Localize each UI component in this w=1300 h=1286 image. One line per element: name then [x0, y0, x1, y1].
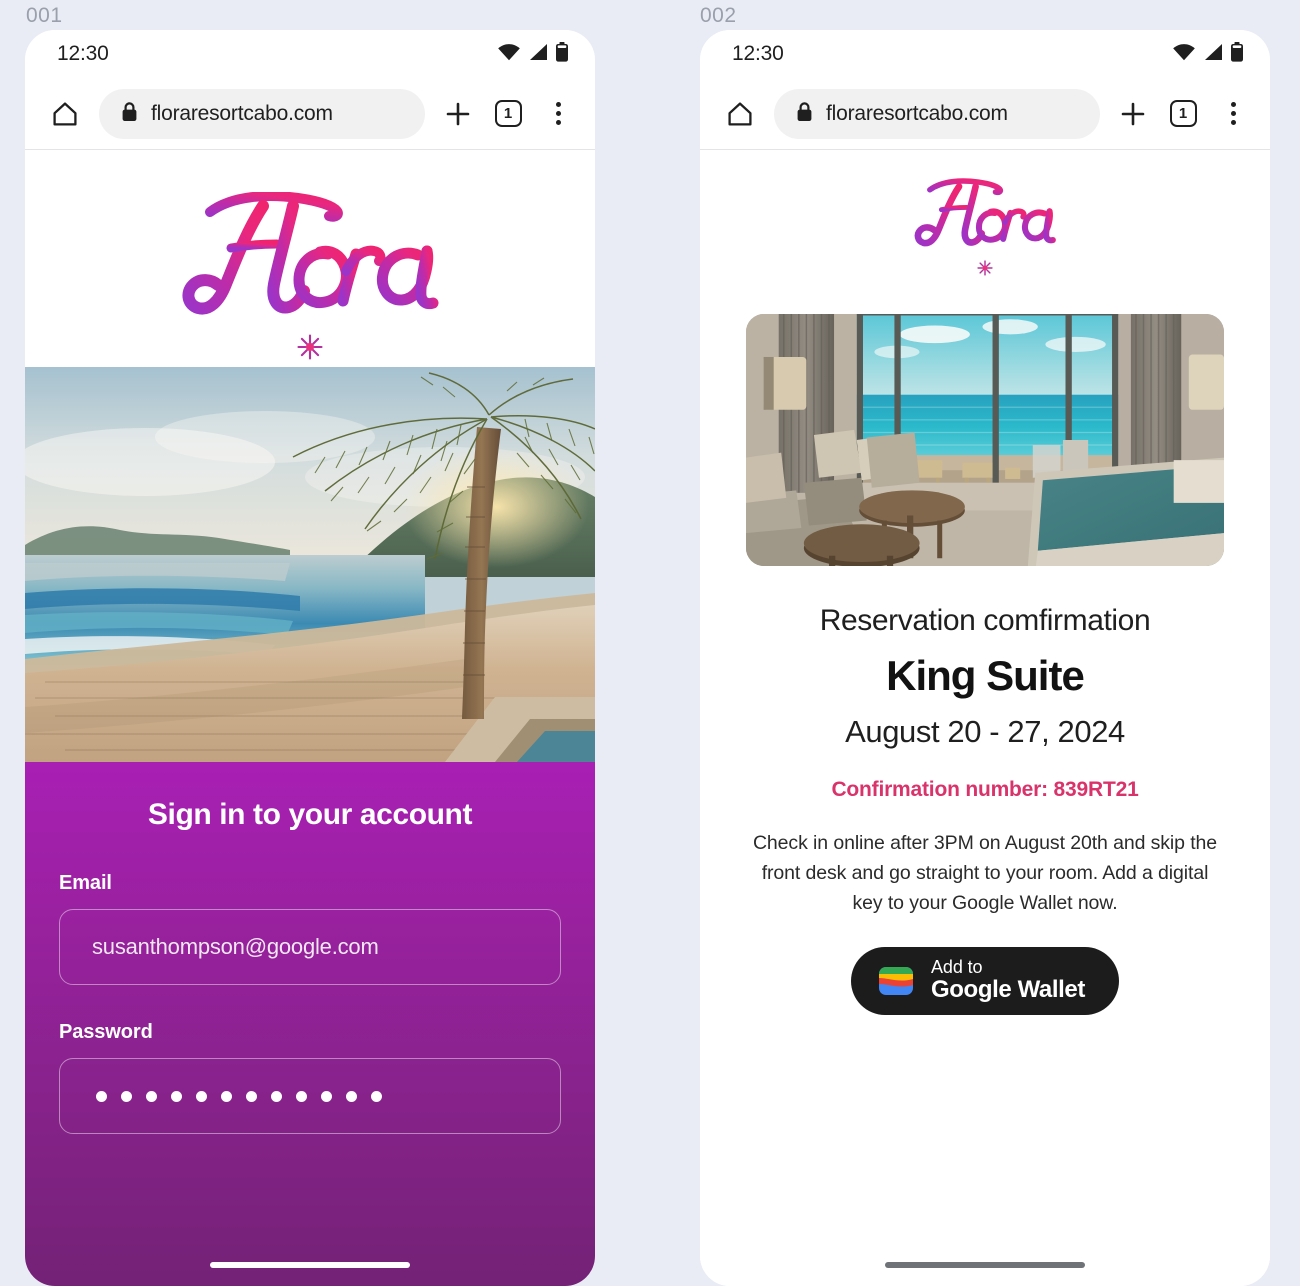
email-input[interactable]: susanthompson@google.com — [59, 909, 561, 985]
checkin-instructions: Check in online after 3PM on August 20th… — [752, 832, 1218, 915]
wallet-button-line1: Add to — [931, 956, 983, 977]
home-indicator[interactable] — [885, 1262, 1085, 1268]
tab-counter-button[interactable]: 1 — [1166, 97, 1200, 131]
plus-icon[interactable] — [1116, 97, 1150, 131]
brand-logo-002 — [700, 150, 1270, 282]
battery-icon — [555, 41, 569, 67]
browser-toolbar: floraresortcabo.com 1 — [25, 78, 595, 150]
password-input[interactable] — [59, 1058, 561, 1134]
cell-signal-icon — [528, 43, 548, 66]
battery-icon — [1230, 41, 1244, 67]
google-wallet-icon — [877, 962, 915, 1000]
reservation-subheading: Reservation comfirmation — [819, 604, 1151, 637]
home-icon[interactable] — [47, 96, 83, 132]
cell-signal-icon — [1203, 43, 1223, 66]
tab-count-label: 1 — [1169, 100, 1197, 127]
phone-frame-001: 12:30 floraresortcabo.com 1 Sign in to y… — [25, 30, 595, 1286]
flora-wordmark — [165, 191, 455, 332]
email-label: Email — [59, 872, 112, 894]
beach-hero-image — [25, 367, 595, 762]
status-bar: 12:30 — [25, 30, 595, 78]
confirmation-number: Confirmation number: 839RT21 — [831, 778, 1139, 801]
wifi-icon — [497, 43, 521, 66]
flower-asterisk-icon — [295, 332, 325, 367]
stay-dates: August 20 - 27, 2024 — [845, 714, 1125, 749]
status-icons — [497, 41, 569, 67]
flower-asterisk-icon — [976, 259, 994, 282]
frame-label-002: 002 — [700, 4, 737, 27]
kebab-menu-icon[interactable] — [1216, 97, 1250, 131]
lock-icon — [796, 101, 813, 127]
tab-counter-button[interactable]: 1 — [491, 97, 525, 131]
room-name: King Suite — [886, 652, 1085, 699]
wallet-button-text: Add to Google Wallet — [931, 956, 1085, 1004]
flora-wordmark — [905, 178, 1065, 259]
address-bar[interactable]: floraresortcabo.com — [774, 88, 1100, 139]
status-time: 12:30 — [57, 42, 109, 65]
mockup-canvas: 001 002 12:30 floraresortcabo.com 1 Sign… — [0, 0, 1300, 1286]
status-time: 12:30 — [732, 42, 784, 65]
add-to-google-wallet-button[interactable]: Add to Google Wallet — [851, 946, 1119, 1015]
address-bar[interactable]: floraresortcabo.com — [99, 88, 425, 139]
wallet-button-line2: Google Wallet — [931, 976, 1085, 1004]
email-field-group: Email susanthompson@google.com — [59, 872, 561, 985]
signin-panel: Sign in to your account Email susanthomp… — [25, 762, 595, 1286]
page-viewport-001: Sign in to your account Email susanthomp… — [25, 150, 595, 1286]
home-icon[interactable] — [722, 96, 758, 132]
password-masked-value — [92, 1090, 382, 1102]
room-image — [746, 314, 1224, 566]
browser-toolbar: floraresortcabo.com 1 — [700, 78, 1270, 150]
wifi-icon — [1172, 43, 1196, 66]
phone-frame-002: 12:30 floraresortcabo.com 1 Reservation … — [700, 30, 1270, 1286]
plus-icon[interactable] — [441, 97, 475, 131]
home-indicator[interactable] — [210, 1262, 410, 1268]
signin-title: Sign in to your account — [147, 798, 473, 831]
lock-icon — [121, 101, 138, 127]
url-text: floraresortcabo.com — [826, 101, 1008, 125]
frame-label-001: 001 — [26, 4, 63, 27]
reservation-content: Reservation comfirmation King Suite Augu… — [700, 314, 1270, 1015]
brand-logo-001 — [25, 150, 595, 367]
password-label: Password — [59, 1021, 153, 1043]
email-value: susanthompson@google.com — [92, 934, 379, 959]
kebab-menu-icon[interactable] — [541, 97, 575, 131]
status-bar: 12:30 — [700, 30, 1270, 78]
status-icons — [1172, 41, 1244, 67]
tab-count-label: 1 — [494, 100, 522, 127]
url-text: floraresortcabo.com — [151, 101, 333, 125]
password-field-group: Password — [59, 1021, 561, 1134]
page-viewport-002: Reservation comfirmation King Suite Augu… — [700, 150, 1270, 1286]
